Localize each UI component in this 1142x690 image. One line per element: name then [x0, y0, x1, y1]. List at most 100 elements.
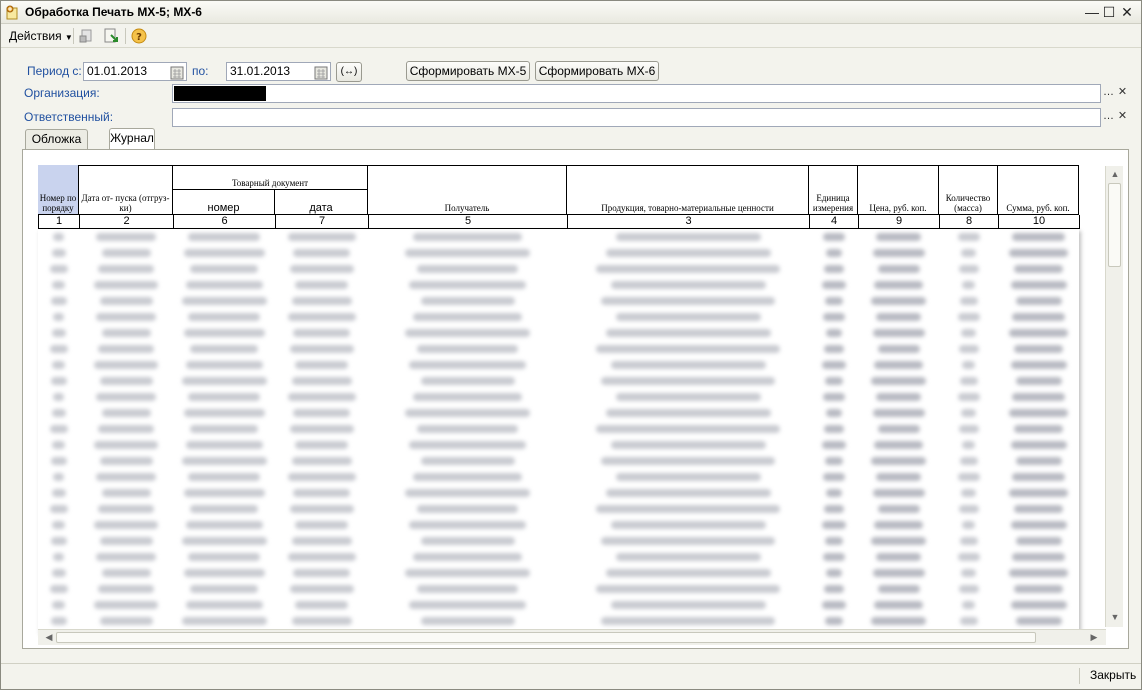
scroll-right-icon[interactable]: ▶: [1088, 632, 1100, 643]
blurred-cell: [939, 549, 998, 565]
period-select-button[interactable]: (↔): [336, 62, 362, 82]
blurred-cell: [173, 293, 275, 309]
blurred-cell: [79, 597, 173, 613]
blurred-text: [959, 345, 979, 353]
blurred-cell: [38, 517, 79, 533]
blurred-cell: [79, 229, 173, 245]
blurred-cell: [998, 277, 1079, 293]
period-to-field[interactable]: 31.01.2013: [226, 62, 331, 81]
save-document-icon[interactable]: [103, 28, 119, 44]
blurred-text: [50, 345, 68, 353]
print-preview-icon[interactable]: [79, 28, 95, 44]
blurred-text: [288, 553, 356, 561]
blurred-cell: [79, 565, 173, 581]
blurred-cell: [173, 437, 275, 453]
blurred-text: [293, 329, 350, 337]
blurred-cell: [38, 565, 79, 581]
blurred-text: [188, 473, 260, 481]
blurred-cell: [173, 373, 275, 389]
hscroll-thumb[interactable]: [56, 632, 1036, 643]
journal-spreadsheet[interactable]: Номер по порядку Дата от- пуска (отгруз-…: [38, 165, 1080, 633]
blurred-text: [1012, 313, 1065, 321]
vertical-scrollbar[interactable]: ▲ ▼: [1105, 166, 1123, 627]
horizontal-scrollbar[interactable]: ◀ ▶: [38, 629, 1106, 645]
blurred-text: [1011, 281, 1067, 289]
blurred-text: [611, 281, 766, 289]
blurred-cell: [368, 373, 567, 389]
calendar-icon[interactable]: [169, 64, 185, 81]
scroll-thumb[interactable]: [1108, 183, 1121, 267]
form-mx5-button[interactable]: Сформировать МХ-5: [406, 61, 530, 81]
blurred-text: [606, 489, 771, 497]
header-col-number: Номер по порядку: [38, 165, 79, 215]
blurred-cell: [858, 405, 939, 421]
table-row: [38, 357, 1079, 373]
tab-journal[interactable]: Журнал: [109, 128, 155, 150]
blurred-text: [290, 265, 354, 273]
close-button[interactable]: Закрыть: [1090, 668, 1136, 682]
minimize-icon[interactable]: —: [1084, 4, 1100, 20]
blurred-text: [182, 297, 267, 305]
blurred-cell: [368, 293, 567, 309]
table-row: [38, 245, 1079, 261]
maximize-icon[interactable]: ☐: [1101, 4, 1117, 20]
blurred-cell: [567, 293, 809, 309]
actions-menu[interactable]: Действия ▼: [9, 29, 73, 43]
blurred-cell: [38, 533, 79, 549]
blurred-cell: [275, 565, 368, 581]
blurred-text: [52, 361, 65, 369]
table-row: [38, 517, 1079, 533]
blurred-cell: [38, 229, 79, 245]
blurred-cell: [858, 453, 939, 469]
organization-clear-icon[interactable]: ✕: [1116, 85, 1129, 102]
table-row: [38, 549, 1079, 565]
blurred-text: [182, 377, 267, 385]
tab-cover[interactable]: Обложка: [25, 129, 88, 149]
responsible-clear-icon[interactable]: ✕: [1116, 109, 1129, 126]
responsible-field[interactable]: [172, 108, 1101, 127]
calendar-icon[interactable]: [313, 64, 329, 81]
blurred-text: [596, 505, 780, 513]
blurred-cell: [939, 229, 998, 245]
blurred-cell: [173, 613, 275, 629]
blurred-cell: [173, 325, 275, 341]
period-from-field[interactable]: 01.01.2013: [83, 62, 187, 81]
blurred-text: [596, 425, 780, 433]
organization-select-button[interactable]: …: [1102, 85, 1115, 102]
organization-field[interactable]: [172, 84, 1101, 103]
blurred-cell: [173, 597, 275, 613]
blurred-text: [417, 505, 518, 513]
blurred-cell: [567, 341, 809, 357]
scroll-left-icon[interactable]: ◀: [43, 632, 55, 643]
blurred-cell: [998, 485, 1079, 501]
scroll-up-icon[interactable]: ▲: [1109, 169, 1121, 179]
footer-separator: [1079, 668, 1080, 684]
blurred-text: [190, 425, 258, 433]
blurred-text: [188, 393, 260, 401]
blurred-cell: [368, 389, 567, 405]
scroll-down-icon[interactable]: ▼: [1109, 612, 1121, 622]
blurred-text: [51, 617, 67, 625]
form-mx6-button[interactable]: Сформировать МХ-6: [535, 61, 659, 81]
responsible-select-button[interactable]: …: [1102, 109, 1115, 126]
blurred-cell: [939, 517, 998, 533]
blurred-cell: [939, 293, 998, 309]
blurred-text: [962, 441, 975, 449]
blurred-cell: [79, 613, 173, 629]
help-icon[interactable]: ?: [131, 28, 147, 44]
close-icon[interactable]: ✕: [1119, 4, 1135, 20]
blurred-text: [50, 505, 68, 513]
blurred-text: [1012, 233, 1065, 241]
blurred-cell: [939, 469, 998, 485]
blurred-cell: [998, 469, 1079, 485]
table-row: [38, 261, 1079, 277]
blurred-text: [959, 585, 979, 593]
period-from-value: 01.01.2013: [87, 64, 148, 78]
blurred-text: [409, 361, 526, 369]
blurred-text: [188, 553, 260, 561]
blurred-text: [421, 377, 515, 385]
blurred-cell: [275, 453, 368, 469]
blurred-cell: [275, 277, 368, 293]
blurred-text: [961, 249, 976, 257]
blurred-text: [421, 617, 515, 625]
